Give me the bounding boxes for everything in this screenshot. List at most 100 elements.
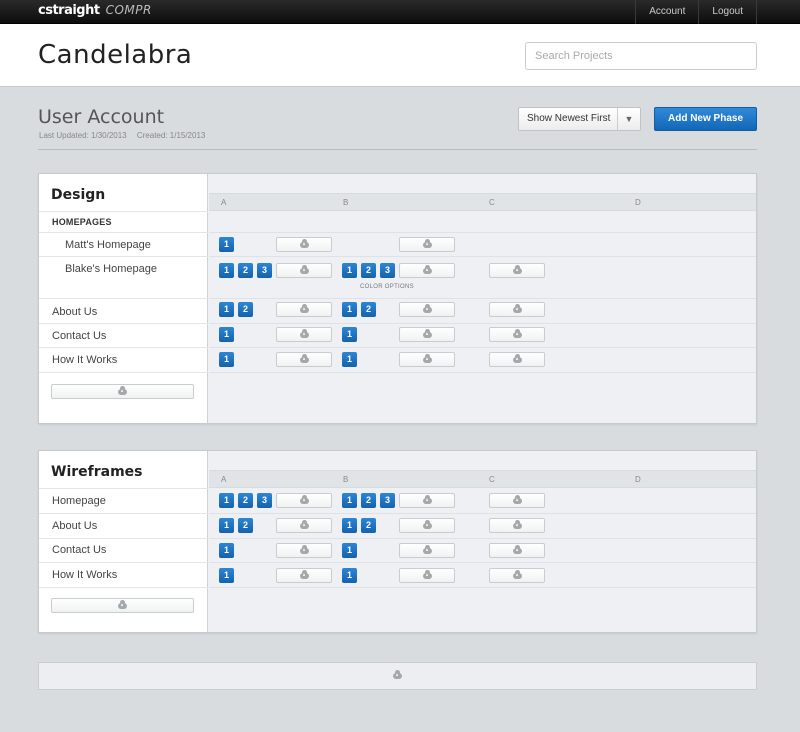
version-badge[interactable]: 1 xyxy=(219,263,234,278)
add-item-upload-button[interactable] xyxy=(51,384,194,399)
version-badge[interactable]: 2 xyxy=(361,493,376,508)
version-badge[interactable]: 2 xyxy=(238,302,253,317)
version-badge[interactable]: 1 xyxy=(219,302,234,317)
version-badge[interactable]: 3 xyxy=(380,263,395,278)
cloud-upload-icon xyxy=(422,519,432,529)
upload-button[interactable] xyxy=(276,352,332,367)
column-label-b: B xyxy=(343,198,349,207)
cloud-upload-icon xyxy=(422,303,432,313)
sidebar-item-homepage[interactable]: Homepage xyxy=(52,495,106,507)
logout-link[interactable]: Logout xyxy=(698,0,757,24)
cloud-upload-icon xyxy=(422,238,432,248)
app-title: Candelabra xyxy=(38,40,193,70)
created-date: Created: 1/15/2013 xyxy=(136,131,206,140)
upload-button[interactable] xyxy=(276,327,332,342)
sidebar-item-about-us[interactable]: About Us xyxy=(52,306,97,318)
upload-button[interactable] xyxy=(399,518,455,533)
upload-button[interactable] xyxy=(276,543,332,558)
chevron-down-icon[interactable]: ▼ xyxy=(617,108,640,130)
sidebar-item-how-it-works[interactable]: How It Works xyxy=(52,569,117,581)
version-badge[interactable]: 1 xyxy=(342,568,357,583)
cloud-upload-icon xyxy=(299,544,309,554)
add-item-upload-button[interactable] xyxy=(51,598,194,613)
sidebar-item-contact-us[interactable]: Contact Us xyxy=(52,330,106,342)
phase-sidebar: Wireframes Homepage About Us Contact Us … xyxy=(39,451,208,632)
cloud-upload-icon xyxy=(512,264,522,274)
version-badge[interactable]: 2 xyxy=(238,263,253,278)
version-badge[interactable]: 2 xyxy=(361,302,376,317)
brand-logo[interactable]: cstraight COMPR xyxy=(38,3,152,21)
version-badge[interactable]: 1 xyxy=(342,493,357,508)
cloud-upload-icon xyxy=(512,519,522,529)
upload-button[interactable] xyxy=(489,327,545,342)
upload-button[interactable] xyxy=(399,543,455,558)
upload-button[interactable] xyxy=(276,518,332,533)
sidebar-item-how-it-works[interactable]: How It Works xyxy=(52,354,117,366)
version-badge[interactable]: 3 xyxy=(257,493,272,508)
upload-button[interactable] xyxy=(276,568,332,583)
upload-button[interactable] xyxy=(399,493,455,508)
upload-button[interactable] xyxy=(399,237,455,252)
version-badge[interactable]: 1 xyxy=(219,568,234,583)
sidebar-item-matts-homepage[interactable]: Matt's Homepage xyxy=(65,239,151,251)
cloud-upload-icon xyxy=(299,519,309,529)
version-badge[interactable]: 2 xyxy=(361,263,376,278)
version-badge[interactable]: 2 xyxy=(238,493,253,508)
upload-button[interactable] xyxy=(489,543,545,558)
upload-button[interactable] xyxy=(489,568,545,583)
account-link[interactable]: Account xyxy=(635,0,698,24)
upload-button[interactable] xyxy=(276,237,332,252)
version-badge[interactable]: 1 xyxy=(342,263,357,278)
add-phase-upload-bar[interactable] xyxy=(38,662,757,690)
upload-button[interactable] xyxy=(399,568,455,583)
upload-button[interactable] xyxy=(276,263,332,278)
version-badge[interactable]: 3 xyxy=(380,493,395,508)
cloud-upload-icon xyxy=(118,385,127,395)
upload-button[interactable] xyxy=(489,302,545,317)
upload-button[interactable] xyxy=(276,302,332,317)
version-badge[interactable]: 1 xyxy=(219,352,234,367)
sidebar-item-blakes-homepage[interactable]: Blake's Homepage xyxy=(65,263,157,275)
version-badge[interactable]: 1 xyxy=(342,352,357,367)
column-label-d: D xyxy=(635,475,641,484)
upload-button[interactable] xyxy=(399,352,455,367)
version-badge[interactable]: 1 xyxy=(219,543,234,558)
column-label-c: C xyxy=(489,198,495,207)
add-new-phase-button[interactable]: Add New Phase xyxy=(654,107,757,131)
phase-panel-design: Design HOMEPAGES Matt's Homepage Blake's… xyxy=(38,173,757,424)
version-badge[interactable]: 2 xyxy=(238,518,253,533)
search-input[interactable] xyxy=(525,42,757,70)
upload-button[interactable] xyxy=(399,263,455,278)
version-badge[interactable]: 3 xyxy=(257,263,272,278)
sidebar-item-about-us[interactable]: About Us xyxy=(52,520,97,532)
version-badge[interactable]: 1 xyxy=(342,543,357,558)
phase-sidebar: Design HOMEPAGES Matt's Homepage Blake's… xyxy=(39,174,208,423)
cloud-upload-icon xyxy=(422,353,432,363)
cloud-upload-icon xyxy=(512,544,522,554)
cloud-upload-icon xyxy=(299,569,309,579)
upload-button[interactable] xyxy=(489,493,545,508)
cloud-upload-icon xyxy=(299,238,309,248)
version-badge[interactable]: 1 xyxy=(342,302,357,317)
last-updated: Last Updated: 1/30/2013 xyxy=(39,131,127,140)
upload-button[interactable] xyxy=(489,352,545,367)
page-meta: Last Updated: 1/30/2013 Created: 1/15/20… xyxy=(39,131,213,140)
version-badge[interactable]: 1 xyxy=(219,493,234,508)
version-badge[interactable]: 1 xyxy=(219,518,234,533)
version-badge[interactable]: 1 xyxy=(342,518,357,533)
version-badge[interactable]: 1 xyxy=(219,327,234,342)
column-header: A B C D xyxy=(209,193,756,211)
phase-title: Wireframes xyxy=(51,464,143,480)
upload-button[interactable] xyxy=(489,518,545,533)
version-badge[interactable]: 1 xyxy=(219,237,234,252)
upload-button[interactable] xyxy=(399,302,455,317)
app-header: Candelabra xyxy=(0,24,800,87)
upload-button[interactable] xyxy=(276,493,332,508)
upload-button[interactable] xyxy=(399,327,455,342)
version-badge[interactable]: 2 xyxy=(361,518,376,533)
sidebar-item-contact-us[interactable]: Contact Us xyxy=(52,544,106,556)
version-badge[interactable]: 1 xyxy=(342,327,357,342)
sort-dropdown[interactable]: Show Newest First ▼ xyxy=(518,107,641,131)
upload-button[interactable] xyxy=(489,263,545,278)
column-label-b: B xyxy=(343,475,349,484)
